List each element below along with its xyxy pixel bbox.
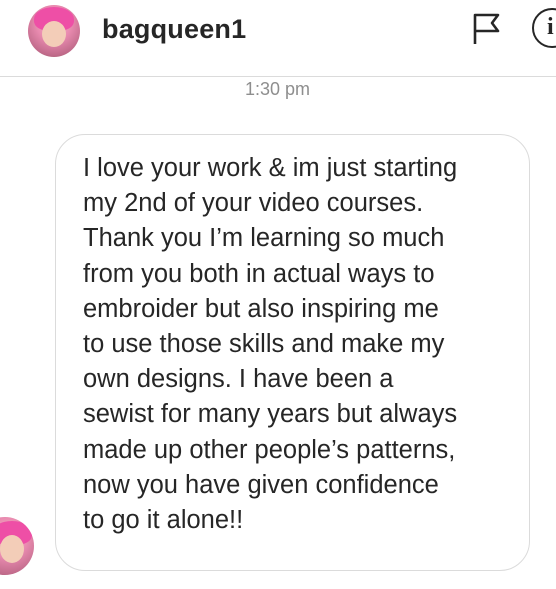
timestamp-text: 1:30 pm	[244, 79, 311, 99]
message-timestamp: 1:30 pm	[0, 79, 556, 100]
flag-icon[interactable]	[470, 12, 504, 46]
profile-avatar[interactable]	[28, 5, 80, 57]
message-text: I love your work & im just starting my 2…	[83, 154, 458, 535]
info-icon[interactable]: i	[532, 8, 556, 48]
avatar-face	[42, 21, 66, 47]
message-bubble[interactable]: I love your work & im just starting my 2…	[55, 134, 530, 571]
avatar-face	[0, 535, 24, 563]
info-icon-glyph: i	[547, 14, 554, 40]
sender-avatar[interactable]	[0, 517, 34, 575]
conversation-header: bagqueen1 i	[0, 0, 556, 77]
direct-message-screen: bagqueen1 i 1:30 pm I love your work & i…	[0, 0, 556, 589]
username-label[interactable]: bagqueen1	[102, 14, 246, 45]
